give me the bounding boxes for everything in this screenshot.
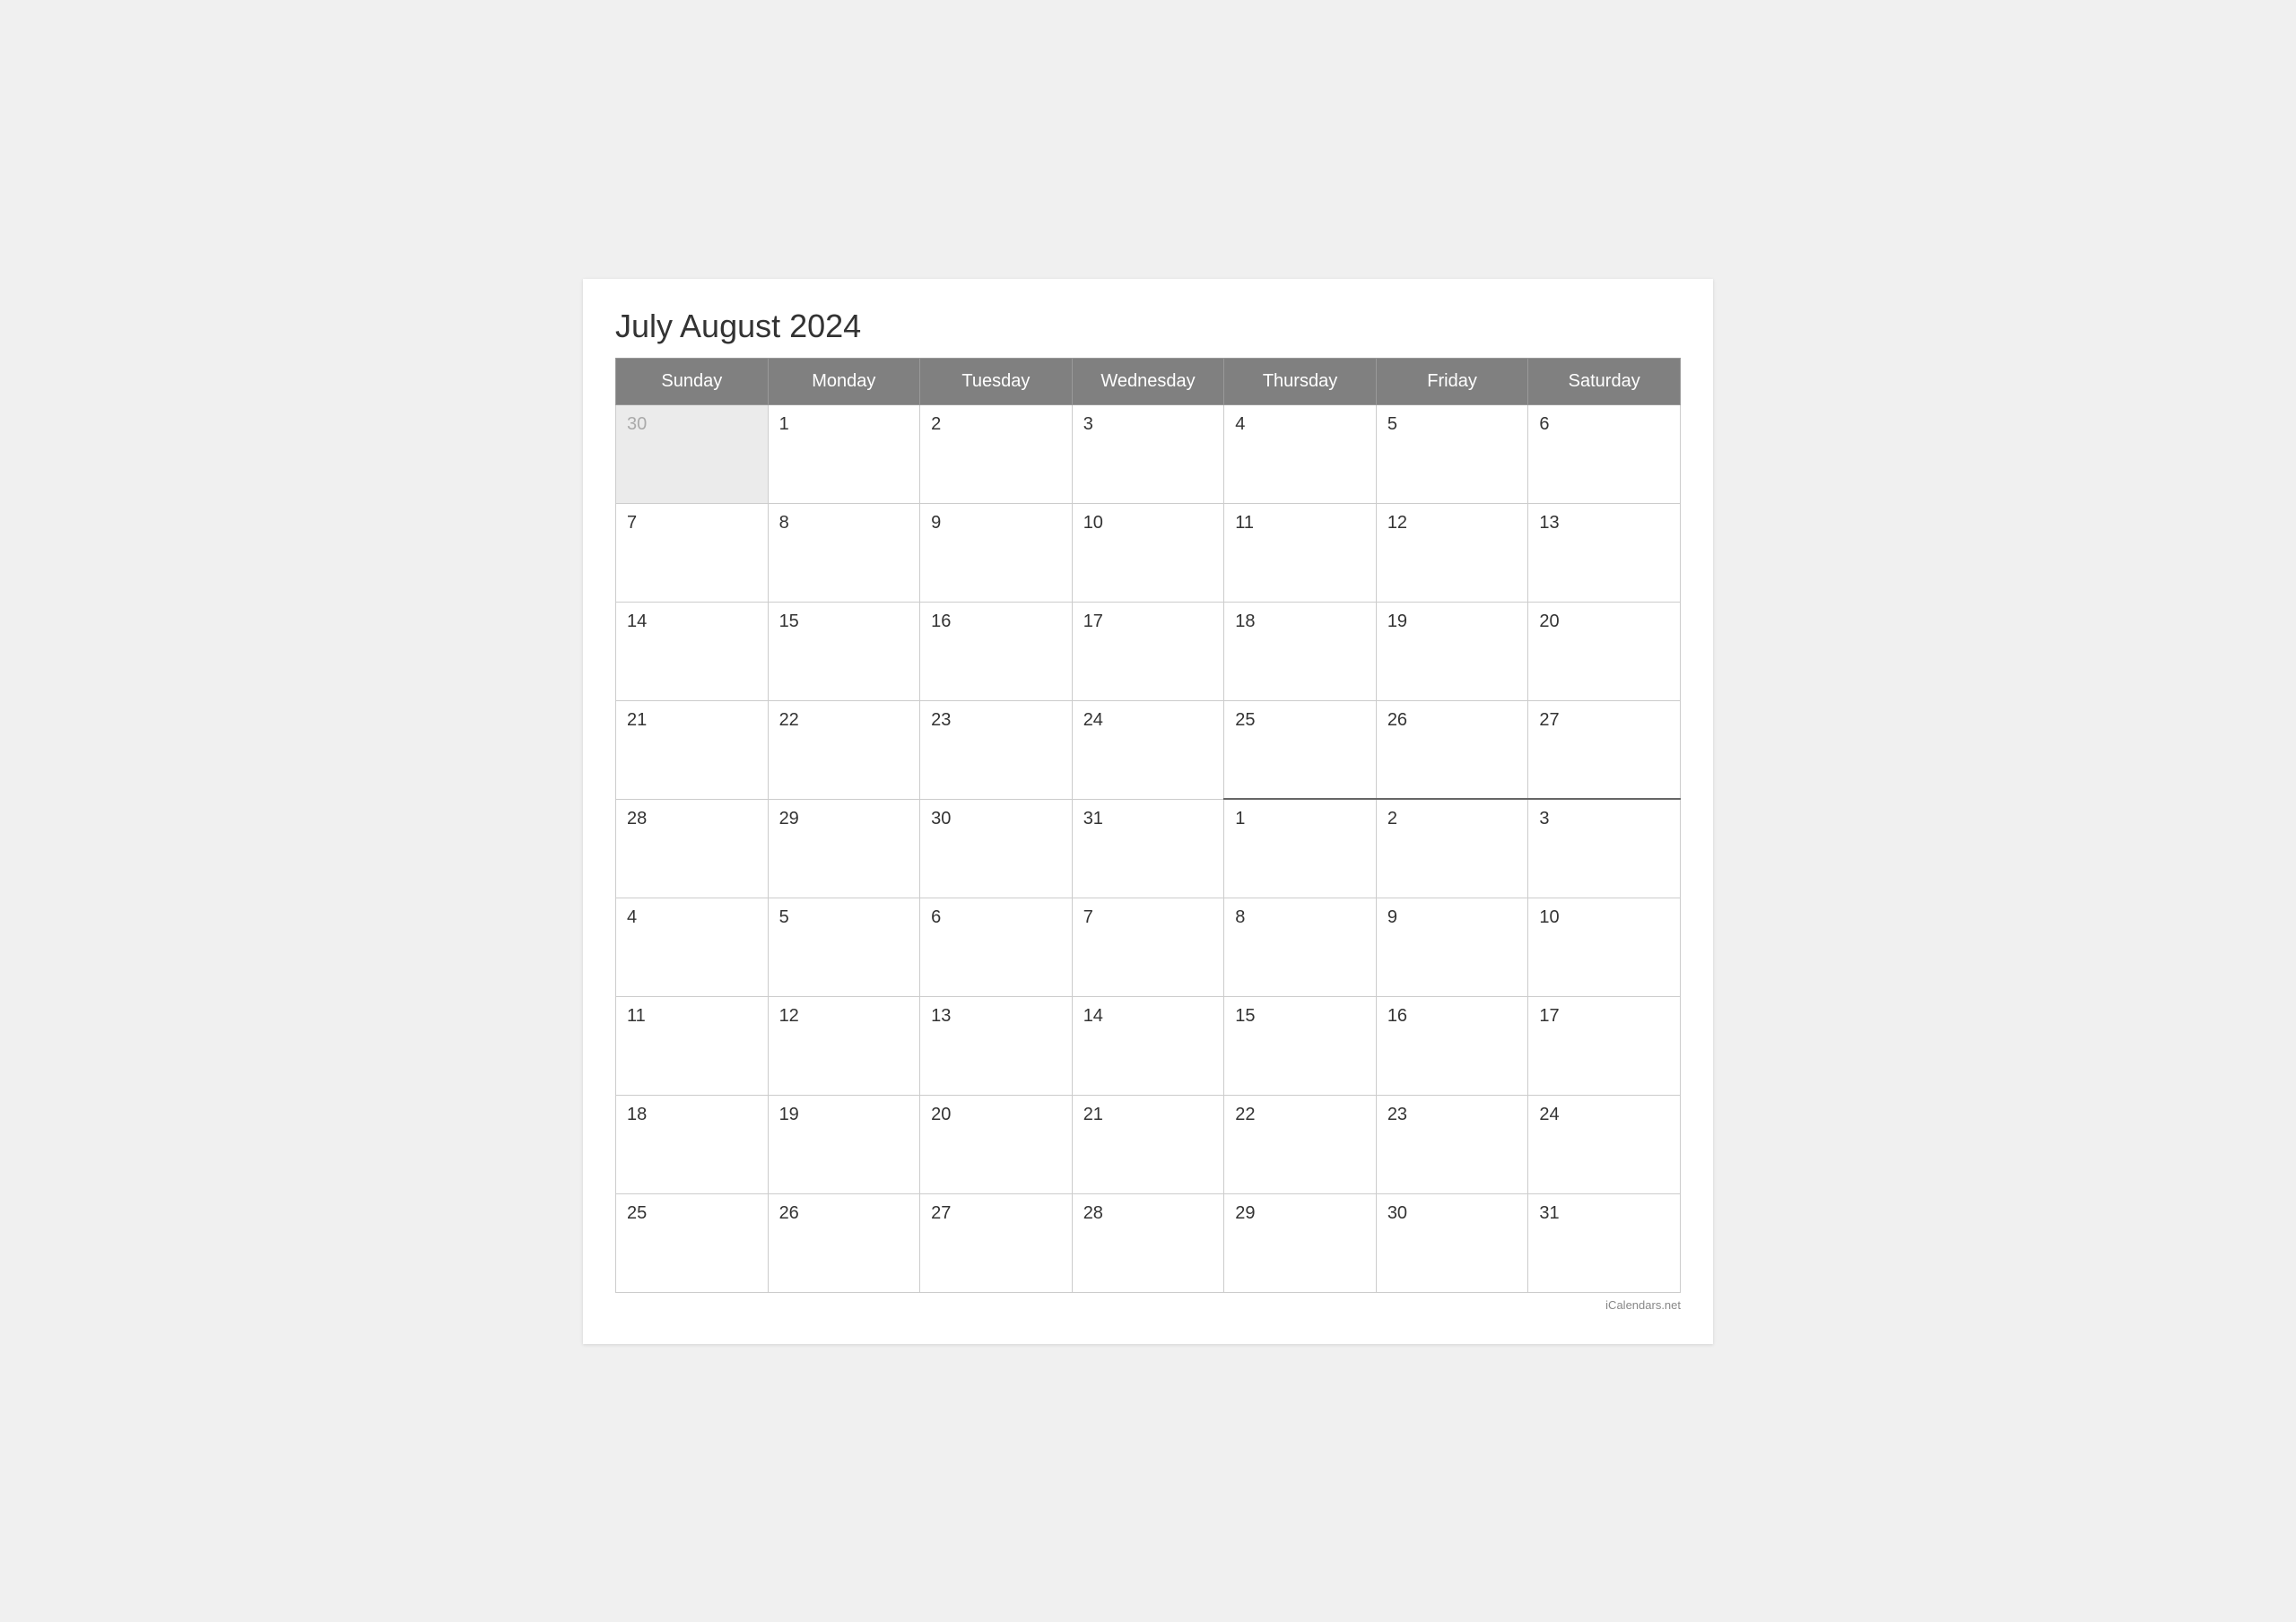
calendar-day-cell[interactable]: 20	[920, 1095, 1073, 1193]
calendar-day-cell[interactable]: 2	[920, 404, 1073, 503]
calendar-day-cell[interactable]: 1	[1224, 799, 1377, 898]
calendar-day-cell[interactable]: 26	[1376, 700, 1528, 799]
calendar-day-cell[interactable]: 4	[616, 898, 769, 996]
calendar-week-row: 21222324252627	[616, 700, 1681, 799]
calendar-day-cell[interactable]: 11	[1224, 503, 1377, 602]
header-row: SundayMondayTuesdayWednesdayThursdayFrid…	[616, 358, 1681, 404]
calendar-day-cell[interactable]: 5	[768, 898, 920, 996]
calendar-day-cell[interactable]: 20	[1528, 602, 1681, 700]
header-cell-wednesday: Wednesday	[1072, 358, 1224, 404]
calendar-day-cell[interactable]: 16	[1376, 996, 1528, 1095]
calendar-day-cell[interactable]: 29	[768, 799, 920, 898]
calendar-day-cell[interactable]: 31	[1528, 1193, 1681, 1292]
calendar-day-cell[interactable]: 13	[920, 996, 1073, 1095]
calendar-day-cell[interactable]: 12	[1376, 503, 1528, 602]
header-cell-sunday: Sunday	[616, 358, 769, 404]
calendar-day-cell[interactable]: 30	[616, 404, 769, 503]
calendar-day-cell[interactable]: 26	[768, 1193, 920, 1292]
calendar-day-cell[interactable]: 11	[616, 996, 769, 1095]
calendar-day-cell[interactable]: 15	[768, 602, 920, 700]
calendar-day-cell[interactable]: 8	[768, 503, 920, 602]
calendar-title: July August 2024	[615, 308, 1681, 345]
calendar-table: SundayMondayTuesdayWednesdayThursdayFrid…	[615, 358, 1681, 1293]
calendar-day-cell[interactable]: 21	[616, 700, 769, 799]
header-cell-saturday: Saturday	[1528, 358, 1681, 404]
calendar-day-cell[interactable]: 28	[1072, 1193, 1224, 1292]
calendar-day-cell[interactable]: 23	[1376, 1095, 1528, 1193]
watermark: iCalendars.net	[615, 1298, 1681, 1312]
header-cell-thursday: Thursday	[1224, 358, 1377, 404]
calendar-day-cell[interactable]: 24	[1528, 1095, 1681, 1193]
calendar-day-cell[interactable]: 9	[1376, 898, 1528, 996]
calendar-day-cell[interactable]: 29	[1224, 1193, 1377, 1292]
calendar-day-cell[interactable]: 25	[616, 1193, 769, 1292]
calendar-week-row: 45678910	[616, 898, 1681, 996]
calendar-header: SundayMondayTuesdayWednesdayThursdayFrid…	[616, 358, 1681, 404]
calendar-day-cell[interactable]: 31	[1072, 799, 1224, 898]
calendar-week-row: 30123456	[616, 404, 1681, 503]
calendar-day-cell[interactable]: 24	[1072, 700, 1224, 799]
calendar-day-cell[interactable]: 1	[768, 404, 920, 503]
calendar-day-cell[interactable]: 17	[1528, 996, 1681, 1095]
calendar-week-row: 25262728293031	[616, 1193, 1681, 1292]
calendar-day-cell[interactable]: 6	[1528, 404, 1681, 503]
calendar-day-cell[interactable]: 22	[1224, 1095, 1377, 1193]
calendar-week-row: 18192021222324	[616, 1095, 1681, 1193]
header-cell-friday: Friday	[1376, 358, 1528, 404]
calendar-day-cell[interactable]: 16	[920, 602, 1073, 700]
calendar-day-cell[interactable]: 30	[1376, 1193, 1528, 1292]
calendar-day-cell[interactable]: 19	[1376, 602, 1528, 700]
calendar-day-cell[interactable]: 18	[616, 1095, 769, 1193]
calendar-day-cell[interactable]: 6	[920, 898, 1073, 996]
calendar-day-cell[interactable]: 22	[768, 700, 920, 799]
calendar-day-cell[interactable]: 14	[1072, 996, 1224, 1095]
calendar-day-cell[interactable]: 4	[1224, 404, 1377, 503]
header-cell-monday: Monday	[768, 358, 920, 404]
calendar-day-cell[interactable]: 17	[1072, 602, 1224, 700]
calendar-day-cell[interactable]: 7	[616, 503, 769, 602]
calendar-week-row: 14151617181920	[616, 602, 1681, 700]
calendar-day-cell[interactable]: 10	[1528, 898, 1681, 996]
calendar-day-cell[interactable]: 5	[1376, 404, 1528, 503]
calendar-week-row: 28293031123	[616, 799, 1681, 898]
calendar-day-cell[interactable]: 23	[920, 700, 1073, 799]
calendar-day-cell[interactable]: 30	[920, 799, 1073, 898]
calendar-day-cell[interactable]: 27	[1528, 700, 1681, 799]
calendar-day-cell[interactable]: 14	[616, 602, 769, 700]
calendar-body: 3012345678910111213141516171819202122232…	[616, 404, 1681, 1292]
calendar-day-cell[interactable]: 19	[768, 1095, 920, 1193]
calendar-day-cell[interactable]: 18	[1224, 602, 1377, 700]
calendar-day-cell[interactable]: 10	[1072, 503, 1224, 602]
calendar-day-cell[interactable]: 25	[1224, 700, 1377, 799]
calendar-day-cell[interactable]: 3	[1528, 799, 1681, 898]
calendar-day-cell[interactable]: 15	[1224, 996, 1377, 1095]
calendar-day-cell[interactable]: 27	[920, 1193, 1073, 1292]
calendar-week-row: 11121314151617	[616, 996, 1681, 1095]
calendar-day-cell[interactable]: 21	[1072, 1095, 1224, 1193]
calendar-day-cell[interactable]: 2	[1376, 799, 1528, 898]
header-cell-tuesday: Tuesday	[920, 358, 1073, 404]
calendar-day-cell[interactable]: 8	[1224, 898, 1377, 996]
calendar-day-cell[interactable]: 9	[920, 503, 1073, 602]
calendar-day-cell[interactable]: 7	[1072, 898, 1224, 996]
calendar-day-cell[interactable]: 28	[616, 799, 769, 898]
calendar-container: July August 2024 SundayMondayTuesdayWedn…	[583, 279, 1713, 1344]
calendar-day-cell[interactable]: 13	[1528, 503, 1681, 602]
calendar-day-cell[interactable]: 12	[768, 996, 920, 1095]
calendar-week-row: 78910111213	[616, 503, 1681, 602]
calendar-day-cell[interactable]: 3	[1072, 404, 1224, 503]
